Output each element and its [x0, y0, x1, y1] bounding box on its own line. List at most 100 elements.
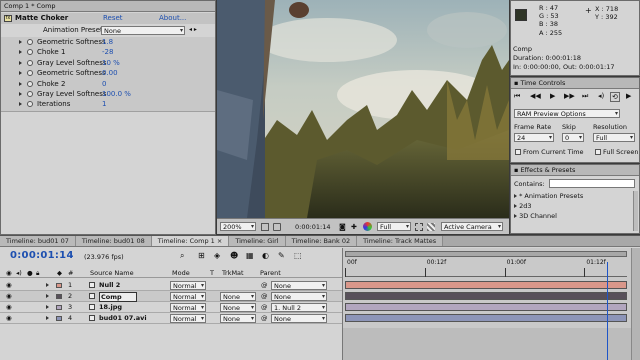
first-frame-button[interactable]: ⏮ — [514, 92, 520, 101]
preset-list-item[interactable]: 2d3 — [514, 201, 632, 211]
expand-triangle-icon[interactable] — [46, 302, 49, 313]
brainstorm-icon[interactable]: ✎ — [278, 251, 285, 260]
expand-triangle-icon[interactable] — [19, 47, 22, 57]
timeline-tab[interactable]: Timeline: Comp 1 × — [151, 236, 230, 246]
show-channel-icon[interactable]: ✚ — [351, 223, 357, 231]
stopwatch-icon[interactable] — [27, 79, 33, 89]
skip-select[interactable]: 0 — [562, 133, 584, 142]
eye-icon[interactable]: ◉ — [6, 313, 12, 324]
effect-param-value[interactable]: -28 — [102, 47, 113, 57]
comp-mini-flowchart-icon[interactable]: ⊞ — [198, 251, 205, 260]
effect-param-row[interactable]: Geometric Softness 1.8 — [1, 37, 215, 47]
full-screen-checkbox[interactable] — [595, 149, 601, 155]
layer-parent-select[interactable]: None — [271, 292, 327, 301]
effect-name[interactable]: Matte Choker — [15, 13, 68, 24]
layer-parent-select[interactable]: None — [271, 281, 327, 290]
source-name-header[interactable]: Source Name — [90, 268, 134, 278]
expand-triangle-icon[interactable] — [514, 212, 517, 220]
expand-triangle-icon[interactable] — [514, 202, 517, 210]
effect-param-value[interactable]: 10 % — [102, 58, 120, 68]
region-of-interest-icon[interactable] — [415, 223, 423, 231]
ram-preview-button[interactable]: ▶ — [626, 92, 631, 100]
contains-search-input[interactable] — [549, 179, 635, 188]
eye-icon[interactable]: ◉ — [6, 280, 12, 291]
camera-snapshot-icon[interactable]: ◙ — [339, 223, 346, 231]
layer-label-color[interactable] — [56, 283, 62, 288]
layer-label-color[interactable] — [56, 294, 62, 299]
fx-icon[interactable]: fx — [4, 15, 12, 22]
layer-parent-select[interactable]: 1. Null 2 — [271, 303, 327, 312]
frame-blending-icon[interactable]: ▦ — [246, 251, 254, 260]
time-ruler[interactable]: 00f 00:12f 01:00f 01:12f — [345, 259, 627, 277]
expand-triangle-icon[interactable] — [46, 280, 49, 291]
frame-rate-select[interactable]: 24 — [514, 133, 554, 142]
mode-header[interactable]: Mode — [172, 268, 190, 278]
expand-triangle-icon[interactable] — [19, 79, 22, 89]
layer-source-name[interactable]: Null 2 — [99, 280, 120, 291]
expand-triangle-icon[interactable] — [19, 99, 22, 109]
effect-param-value[interactable]: 0.00 — [102, 68, 118, 78]
last-frame-button[interactable]: ⏭ — [582, 92, 588, 101]
layer-source-name[interactable]: Comp — [99, 292, 137, 302]
about-link[interactable]: About... — [159, 13, 186, 24]
stopwatch-icon[interactable] — [27, 58, 33, 68]
layer-trkmat-select[interactable]: None — [220, 303, 256, 312]
stopwatch-icon[interactable] — [27, 68, 33, 78]
layer-duration-bar[interactable] — [345, 292, 627, 300]
timeline-side-scrollbar[interactable] — [631, 248, 640, 360]
safe-area-icon[interactable] — [273, 223, 281, 231]
effect-controls-tab[interactable]: Comp 1 * Comp — [1, 1, 215, 12]
ram-preview-options-select[interactable]: RAM Preview Options — [514, 109, 620, 118]
work-area-bar[interactable] — [345, 251, 627, 257]
layer-row[interactable]: ◉ 2 Comp Normal None @ None — [0, 291, 342, 302]
effect-param-row[interactable]: Iterations 1 — [1, 99, 215, 109]
parent-pickwhip-icon[interactable]: @ — [261, 291, 268, 302]
expand-triangle-icon[interactable] — [46, 313, 49, 324]
eye-icon[interactable]: ◉ — [6, 291, 12, 302]
expand-triangle-icon[interactable] — [19, 58, 22, 68]
expand-triangle-icon[interactable] — [514, 192, 517, 200]
layer-mode-select[interactable]: Normal — [170, 292, 206, 301]
layer-mode-select[interactable]: Normal — [170, 281, 206, 290]
parent-pickwhip-icon[interactable]: @ — [261, 280, 268, 291]
parent-pickwhip-icon[interactable]: @ — [261, 313, 268, 324]
time-controls-tab[interactable]: ▪ Time Controls — [511, 78, 639, 89]
layer-label-color[interactable] — [56, 316, 62, 321]
effect-param-value[interactable]: 1 — [102, 99, 106, 109]
stopwatch-icon[interactable] — [27, 37, 33, 47]
shy-layers-icon[interactable]: ☻ — [230, 251, 238, 260]
stopwatch-icon[interactable] — [27, 99, 33, 109]
effect-param-row[interactable]: Choke 1 -28 — [1, 47, 215, 57]
effect-param-value[interactable]: 1.8 — [102, 37, 113, 47]
presets-scrollbar[interactable] — [633, 191, 638, 231]
timeline-tab[interactable]: Timeline: bud01 07 — [0, 236, 76, 246]
stopwatch-icon[interactable] — [27, 47, 33, 57]
layer-source-name[interactable]: bud01 07.avi — [99, 313, 147, 324]
layer-trkmat-select[interactable]: None — [220, 314, 256, 323]
layer-row[interactable]: ◉ 3 18.jpg Normal None @1. Null 2 — [0, 302, 342, 313]
layer-duration-bar[interactable] — [345, 303, 627, 311]
loop-icon[interactable]: ⟲ — [610, 92, 620, 102]
transparency-grid-icon[interactable] — [427, 223, 435, 231]
layer-row[interactable]: ◉ 1 Null 2 Normal @ None — [0, 280, 342, 291]
reset-link[interactable]: Reset — [103, 13, 123, 24]
parent-pickwhip-icon[interactable]: @ — [261, 302, 268, 313]
timeline-tab[interactable]: Timeline: Bank 02 — [285, 236, 358, 246]
effect-param-row[interactable]: Gray Level Softness 10 % — [1, 58, 215, 68]
parent-header[interactable]: Parent — [260, 268, 281, 278]
search-icon[interactable]: ⌕ — [180, 251, 184, 261]
grid-icon[interactable] — [261, 223, 269, 231]
effect-param-row[interactable]: Gray Level Softness 100.0 % — [1, 89, 215, 99]
expand-triangle-icon[interactable] — [19, 68, 22, 78]
previous-frame-button[interactable]: ◀◀ — [530, 92, 541, 100]
expand-triangle-icon[interactable] — [19, 89, 22, 99]
stopwatch-icon[interactable] — [27, 89, 33, 99]
layer-parent-select[interactable]: None — [271, 314, 327, 323]
effects-presets-tab[interactable]: ▪ Effects & Presets — [511, 165, 639, 176]
timeline-tab[interactable]: Timeline: Track Mattes — [357, 236, 444, 246]
layer-duration-bar[interactable] — [345, 314, 627, 322]
magnification-select[interactable]: 200% — [220, 222, 256, 231]
current-time-display[interactable]: 0:00:01:14 — [10, 250, 74, 261]
next-frame-button[interactable]: ▶▶ — [564, 92, 575, 100]
timecode-display[interactable]: 0:00:01:14 — [295, 223, 331, 231]
